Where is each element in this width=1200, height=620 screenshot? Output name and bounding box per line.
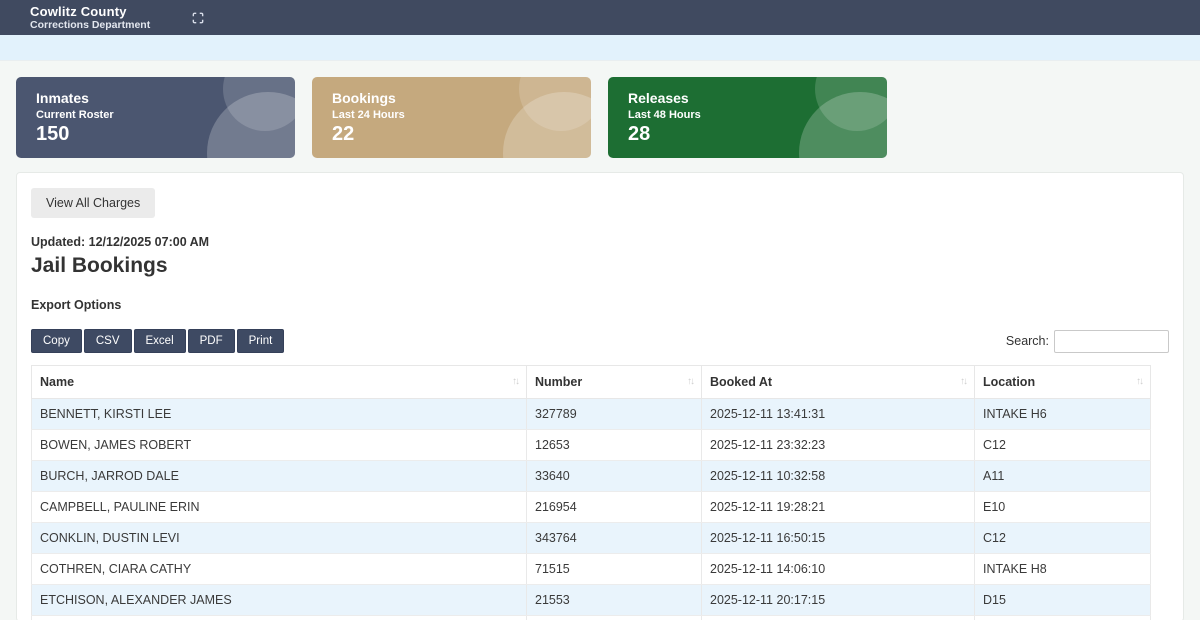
table-row[interactable]: GUADARRAMA OSORIO, JOSEFINA 352241 2025-…: [31, 615, 1151, 620]
export-options-label: Export Options: [31, 298, 122, 312]
excel-button[interactable]: Excel: [133, 329, 186, 353]
top-navbar: Cowlitz County Corrections Department: [0, 0, 1200, 35]
cell-number: 352241: [526, 615, 702, 620]
subheader-strip: [0, 35, 1200, 61]
stat-subtitle: Current Roster: [36, 109, 114, 121]
stat-card-inmates: Inmates Current Roster 150: [16, 77, 295, 158]
cell-location: D15: [974, 584, 1151, 616]
cell-number: 216954: [526, 491, 702, 523]
export-button-group: Copy CSV Excel PDF Print: [31, 329, 285, 353]
cell-name: COTHREN, CIARA CATHY: [31, 553, 527, 585]
cell-booked-at: 2025-12-11 19:28:21: [701, 491, 975, 523]
cell-booked-at: 2025-12-11 19:43:42: [701, 615, 975, 620]
stat-card-bookings: Bookings Last 24 Hours 22: [312, 77, 591, 158]
stat-title: Releases: [628, 90, 689, 106]
cell-name: BOWEN, JAMES ROBERT: [31, 429, 527, 461]
sort-icon[interactable]: ↑↓: [512, 376, 520, 387]
cell-number: 33640: [526, 460, 702, 492]
print-button[interactable]: Print: [236, 329, 285, 353]
sort-icon[interactable]: ↑↓: [687, 376, 695, 387]
search-label: Search:: [1005, 334, 1049, 348]
column-header-number[interactable]: ↑↓ Number: [526, 365, 702, 399]
csv-button[interactable]: CSV: [83, 329, 132, 353]
agency-subtitle: Corrections Department: [30, 18, 151, 31]
cell-booked-at: 2025-12-11 10:32:58: [701, 460, 975, 492]
cell-location: E10: [974, 491, 1151, 523]
fullscreen-icon[interactable]: [190, 10, 206, 26]
updated-timestamp: Updated: 12/12/2025 07:00 AM: [31, 235, 210, 249]
pdf-button[interactable]: PDF: [187, 329, 235, 353]
stat-value: 28: [628, 123, 651, 145]
cell-number: 71515: [526, 553, 702, 585]
cell-number: 343764: [526, 522, 702, 554]
stat-subtitle: Last 24 Hours: [332, 109, 405, 121]
table-row[interactable]: CONKLIN, DUSTIN LEVI 343764 2025-12-11 1…: [31, 522, 1151, 554]
stats-row: Inmates Current Roster 150 Bookings Last…: [0, 61, 1200, 158]
table-row[interactable]: BOWEN, JAMES ROBERT 12653 2025-12-11 23:…: [31, 429, 1151, 461]
table-toolbar: Copy CSV Excel PDF Print Search:: [31, 329, 1169, 353]
agency-title: Cowlitz County: [30, 3, 127, 19]
view-all-charges-button[interactable]: View All Charges: [31, 188, 156, 218]
cell-name: BENNETT, KIRSTI LEE: [31, 398, 527, 430]
table-header-row: ↑↓ Name ↑↓ Number ↑↓ Booked At ↑↓ Location: [31, 365, 1151, 399]
cell-booked-at: 2025-12-11 23:32:23: [701, 429, 975, 461]
stat-title: Bookings: [332, 90, 396, 106]
cell-name: CONKLIN, DUSTIN LEVI: [31, 522, 527, 554]
cell-number: 21553: [526, 584, 702, 616]
cell-location: A11: [974, 460, 1151, 492]
table-row[interactable]: CAMPBELL, PAULINE ERIN 216954 2025-12-11…: [31, 491, 1151, 523]
cell-number: 327789: [526, 398, 702, 430]
table-row[interactable]: BENNETT, KIRSTI LEE 327789 2025-12-11 13…: [31, 398, 1151, 430]
agency-title-block: Cowlitz County Corrections Department: [30, 3, 151, 31]
stat-title: Inmates: [36, 90, 89, 106]
bookings-panel: View All Charges Updated: 12/12/2025 07:…: [16, 172, 1184, 620]
cell-location: INTAKE H6: [974, 398, 1151, 430]
cell-location: INTAKE H8: [974, 553, 1151, 585]
table-row[interactable]: ETCHISON, ALEXANDER JAMES 21553 2025-12-…: [31, 584, 1151, 616]
cell-location: C12: [974, 522, 1151, 554]
column-header-booked-at[interactable]: ↑↓ Booked At: [701, 365, 975, 399]
column-header-name[interactable]: ↑↓ Name: [31, 365, 527, 399]
cell-booked-at: 2025-12-11 13:41:31: [701, 398, 975, 430]
sort-icon[interactable]: ↑↓: [1136, 376, 1144, 387]
column-header-location[interactable]: ↑↓ Location: [974, 365, 1151, 399]
stat-subtitle: Last 48 Hours: [628, 109, 701, 121]
cell-name: CAMPBELL, PAULINE ERIN: [31, 491, 527, 523]
search-area: Search:: [1005, 329, 1169, 353]
cell-name: GUADARRAMA OSORIO, JOSEFINA: [31, 615, 527, 620]
cell-location: E22: [974, 615, 1151, 620]
bookings-table: ↑↓ Name ↑↓ Number ↑↓ Booked At ↑↓ Location B…: [31, 365, 1151, 620]
stat-value: 22: [332, 123, 355, 145]
cell-name: BURCH, JARROD DALE: [31, 460, 527, 492]
page-title: Jail Bookings: [31, 254, 168, 277]
table-row[interactable]: BURCH, JARROD DALE 33640 2025-12-11 10:3…: [31, 460, 1151, 492]
cell-number: 12653: [526, 429, 702, 461]
sort-icon[interactable]: ↑↓: [960, 376, 968, 387]
cell-booked-at: 2025-12-11 20:17:15: [701, 584, 975, 616]
cell-name: ETCHISON, ALEXANDER JAMES: [31, 584, 527, 616]
copy-button[interactable]: Copy: [31, 329, 82, 353]
table-row[interactable]: COTHREN, CIARA CATHY 71515 2025-12-11 14…: [31, 553, 1151, 585]
cell-location: C12: [974, 429, 1151, 461]
search-input[interactable]: [1054, 329, 1169, 353]
cell-booked-at: 2025-12-11 14:06:10: [701, 553, 975, 585]
stat-value: 150: [36, 123, 70, 145]
stat-card-releases: Releases Last 48 Hours 28: [608, 77, 887, 158]
cell-booked-at: 2025-12-11 16:50:15: [701, 522, 975, 554]
